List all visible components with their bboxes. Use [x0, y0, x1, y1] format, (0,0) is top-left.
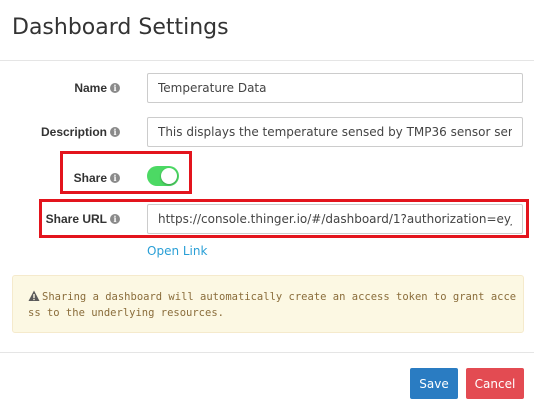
share-url-highlight-box	[39, 199, 529, 238]
name-label-group: Name i	[74, 81, 120, 95]
description-row: Description i	[0, 117, 534, 149]
info-icon[interactable]: i	[110, 127, 120, 137]
info-icon[interactable]: i	[110, 83, 120, 93]
name-input[interactable]	[147, 73, 523, 103]
name-label: Name	[74, 81, 107, 95]
description-label-group: Description i	[41, 125, 120, 139]
save-button[interactable]: Save	[410, 368, 458, 399]
name-row: Name i	[0, 73, 534, 105]
description-input[interactable]	[147, 117, 523, 147]
dialog-footer: Save Cancel	[0, 352, 534, 404]
cancel-button[interactable]: Cancel	[466, 368, 524, 399]
share-highlight-box	[60, 151, 192, 194]
dialog-title: Dashboard Settings	[12, 15, 229, 40]
warning-text: Sharing a dashboard will automatically c…	[28, 291, 517, 319]
dashboard-settings-dialog: Dashboard Settings Name i Description i …	[0, 0, 534, 404]
open-link[interactable]: Open Link	[147, 244, 207, 258]
dialog-header: Dashboard Settings	[0, 0, 534, 61]
description-label: Description	[40, 125, 107, 139]
warning-alert: Sharing a dashboard will automatically c…	[12, 275, 524, 333]
